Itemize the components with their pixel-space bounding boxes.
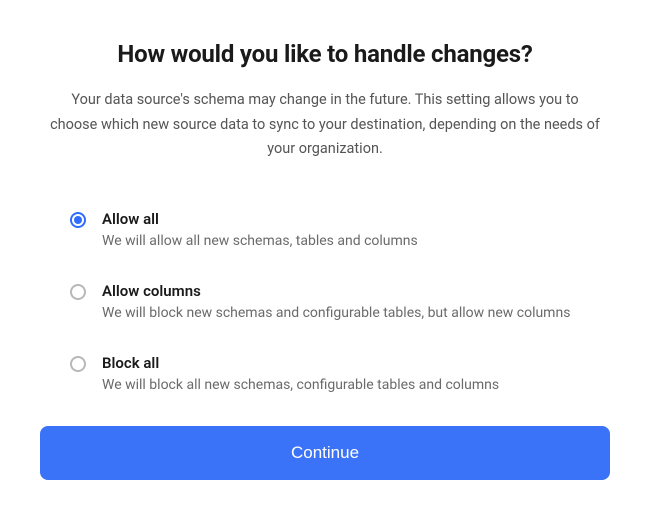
radio-icon [70, 212, 86, 228]
option-text: Allow columns We will block new schemas … [102, 282, 590, 324]
option-description: We will block new schemas and configurab… [102, 303, 590, 324]
option-description: We will block all new schemas, configura… [102, 375, 590, 396]
option-description: We will allow all new schemas, tables an… [102, 231, 590, 252]
radio-icon [70, 284, 86, 300]
option-label: Allow columns [102, 282, 590, 300]
continue-button[interactable]: Continue [40, 426, 610, 480]
options-group: Allow all We will allow all new schemas,… [40, 210, 610, 426]
option-block-all[interactable]: Block all We will block all new schemas,… [70, 354, 590, 396]
option-allow-columns[interactable]: Allow columns We will block new schemas … [70, 282, 590, 324]
option-allow-all[interactable]: Allow all We will allow all new schemas,… [70, 210, 590, 252]
page-subtitle: Your data source's schema may change in … [40, 88, 610, 162]
option-label: Allow all [102, 210, 590, 228]
radio-icon [70, 356, 86, 372]
option-label: Block all [102, 354, 590, 372]
page-title: How would you like to handle changes? [40, 40, 610, 68]
option-text: Block all We will block all new schemas,… [102, 354, 590, 396]
option-text: Allow all We will allow all new schemas,… [102, 210, 590, 252]
